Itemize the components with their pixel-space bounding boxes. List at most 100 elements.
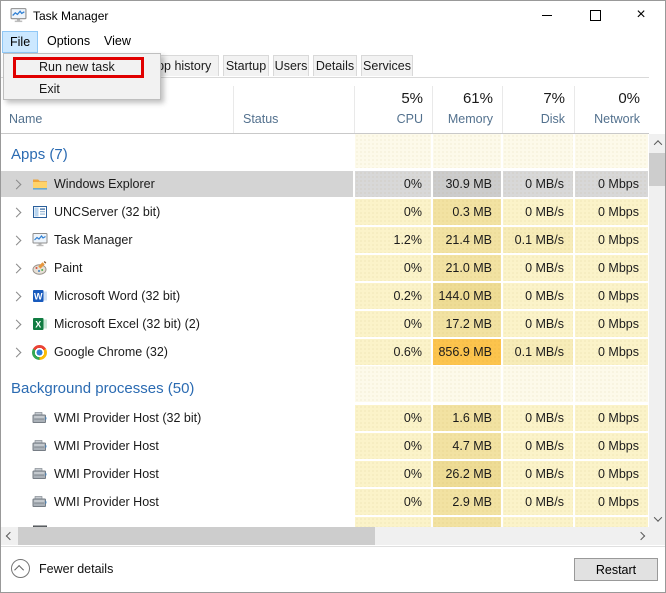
- menu-item-exit[interactable]: Exit: [5, 78, 159, 100]
- maximize-icon: [590, 10, 601, 21]
- scroll-up-button[interactable]: [649, 134, 666, 151]
- process-name: Paint: [54, 261, 83, 275]
- chevron-spacer: [1, 433, 31, 459]
- wmi-provider-icon: [31, 466, 48, 483]
- cpu-cell: 0%: [355, 199, 431, 225]
- vertical-scrollbar[interactable]: [649, 134, 666, 527]
- cpu-cell: 0%: [355, 311, 431, 337]
- table-row-chrome[interactable]: Google Chrome (32) 0.6% 856.9 MB 0.1 MB/…: [1, 338, 649, 366]
- expand-chevron-icon[interactable]: [1, 255, 31, 281]
- process-name-cell: WMI Provider Host: [1, 433, 353, 459]
- process-name-cell: Windows Explorer: [1, 171, 353, 197]
- process-name: WMI Provider Host: [54, 467, 159, 481]
- expand-chevron-icon[interactable]: [1, 199, 31, 225]
- process-name-cell: X Microsoft Excel (32 bit) (2): [1, 311, 353, 337]
- horizontal-scrollbar-thumb[interactable]: [18, 527, 375, 545]
- column-header-memory[interactable]: 61% Memory: [432, 78, 501, 133]
- cpu-cell: 0%: [355, 461, 431, 487]
- column-header-name[interactable]: Name: [9, 112, 42, 126]
- process-name: Windows Explorer: [54, 177, 155, 191]
- horizontal-scrollbar[interactable]: [1, 527, 649, 545]
- expand-chevron-icon[interactable]: [1, 227, 31, 253]
- network-cell: 0 Mbps: [575, 461, 648, 487]
- cpu-cell: [355, 517, 431, 527]
- scroll-right-button[interactable]: [632, 527, 649, 545]
- expand-chevron-icon[interactable]: [1, 311, 31, 337]
- cpu-cell: 0%: [355, 171, 431, 197]
- task-manager-window: Task Manager × File Options View App his…: [0, 0, 666, 593]
- memory-cell: 856.9 MB: [433, 339, 501, 365]
- tab-details[interactable]: Details: [313, 55, 357, 76]
- scroll-left-button[interactable]: [1, 527, 18, 545]
- table-row-wmi-3[interactable]: WMI Provider Host 0% 26.2 MB 0 MB/s 0 Mb…: [1, 460, 649, 488]
- minimize-button[interactable]: [529, 3, 565, 27]
- cpu-cell: 0.6%: [355, 339, 431, 365]
- process-name: WMI Provider Host (32 bit): [54, 411, 201, 425]
- memory-cell: 2.9 MB: [433, 489, 501, 515]
- table-row-excel[interactable]: X Microsoft Excel (32 bit) (2) 0% 17.2 M…: [1, 310, 649, 338]
- menu-file[interactable]: File: [2, 31, 38, 53]
- table-row-wmi-2[interactable]: WMI Provider Host 0% 4.7 MB 0 MB/s 0 Mbp…: [1, 432, 649, 460]
- expand-chevron-icon[interactable]: [1, 171, 31, 197]
- section-label-background: Background processes (50): [11, 380, 194, 397]
- fewer-details-toggle[interactable]: Fewer details: [11, 559, 113, 578]
- section-header-background[interactable]: Background processes (50): [1, 366, 649, 404]
- wmi-provider-icon: [31, 438, 48, 455]
- close-button[interactable]: ×: [623, 3, 659, 27]
- tab-startup[interactable]: Startup: [223, 55, 269, 76]
- section-disk-strip: [503, 134, 573, 168]
- cpu-cell: 0%: [355, 489, 431, 515]
- table-row-word[interactable]: W Microsoft Word (32 bit) 0.2% 144.0 MB …: [1, 282, 649, 310]
- memory-cell: 1.6 MB: [433, 405, 501, 431]
- process-name: Microsoft Excel (32 bit) (2): [54, 317, 200, 331]
- task-manager-app-icon: [10, 7, 27, 24]
- table-row-uncserver[interactable]: UNCServer (32 bit) 0% 0.3 MB 0 MB/s 0 Mb…: [1, 198, 649, 226]
- network-cell: 0 Mbps: [575, 339, 648, 365]
- menu-bar: File Options View: [1, 31, 665, 53]
- maximize-button[interactable]: [577, 3, 613, 27]
- file-dropdown-menu: Run new task Exit: [3, 53, 161, 100]
- column-header-status[interactable]: Status: [243, 112, 278, 126]
- process-name: UNCServer (32 bit): [54, 205, 160, 219]
- chevron-spacer: [1, 517, 31, 527]
- process-name-cell: UNCServer (32 bit): [1, 199, 353, 225]
- section-memory-strip: [433, 134, 501, 168]
- tab-users[interactable]: Users: [273, 55, 309, 76]
- disk-label: Disk: [541, 112, 565, 126]
- section-header-apps[interactable]: Apps (7): [1, 134, 649, 170]
- network-cell: 0 Mbps: [575, 405, 648, 431]
- restart-button[interactable]: Restart: [574, 558, 658, 581]
- collapse-circle-icon: [11, 559, 30, 578]
- table-row-paint[interactable]: Paint 0% 21.0 MB 0 MB/s 0 Mbps: [1, 254, 649, 282]
- vertical-scrollbar-thumb[interactable]: [649, 153, 666, 186]
- disk-cell: 0 MB/s: [503, 311, 573, 337]
- scroll-down-button[interactable]: [649, 510, 666, 527]
- table-row-wmi-1[interactable]: WMI Provider Host (32 bit) 0% 1.6 MB 0 M…: [1, 404, 649, 432]
- disk-cell: 0 MB/s: [503, 199, 573, 225]
- chevron-down-icon: [653, 513, 661, 521]
- table-row-windows-explorer[interactable]: Windows Explorer 0% 30.9 MB 0 MB/s 0 Mbp…: [1, 170, 649, 198]
- memory-cell: 4.7 MB: [433, 433, 501, 459]
- memory-label: Memory: [448, 112, 493, 126]
- chevron-right-icon: [636, 532, 644, 540]
- table-row-wmi-4[interactable]: WMI Provider Host 0% 2.9 MB 0 MB/s 0 Mbp…: [1, 488, 649, 516]
- menu-options[interactable]: Options: [39, 31, 98, 51]
- process-name: Google Chrome (32): [54, 345, 168, 359]
- expand-chevron-icon[interactable]: [1, 339, 31, 365]
- wmi-provider-icon: [31, 494, 48, 511]
- menu-view[interactable]: View: [96, 31, 139, 51]
- column-header-network[interactable]: 0% Network: [574, 78, 648, 133]
- table-row-partial[interactable]: [1, 516, 649, 527]
- table-row-task-manager[interactable]: Task Manager 1.2% 21.4 MB 0.1 MB/s 0 Mbp…: [1, 226, 649, 254]
- column-header-cpu[interactable]: 5% CPU: [354, 78, 431, 133]
- chevron-left-icon: [5, 532, 13, 540]
- expand-chevron-icon[interactable]: [1, 283, 31, 309]
- memory-cell: 17.2 MB: [433, 311, 501, 337]
- memory-cell: 0.3 MB: [433, 199, 501, 225]
- network-cell: 0 Mbps: [575, 227, 648, 253]
- disk-cell: 0 MB/s: [503, 405, 573, 431]
- section-disk-strip: [503, 366, 573, 402]
- tab-services[interactable]: Services: [361, 55, 413, 76]
- disk-cell: 0.1 MB/s: [503, 227, 573, 253]
- column-header-disk[interactable]: 7% Disk: [502, 78, 573, 133]
